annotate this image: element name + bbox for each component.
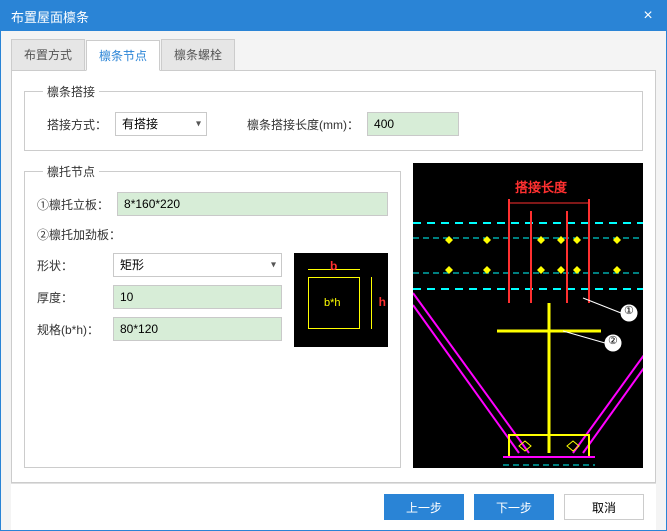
splice-legend: 檩条搭接 [43, 83, 99, 100]
shape-label: 形状： [37, 257, 105, 274]
dialog-title: 布置屋面檩条 [11, 7, 630, 26]
footer: 上一步 下一步 取消 [11, 483, 656, 530]
splice-length-input[interactable] [367, 112, 459, 136]
titlebar: 布置屋面檩条 × [1, 1, 666, 31]
spec-input[interactable] [113, 317, 282, 341]
preview-b-label: b [330, 259, 337, 273]
cancel-button[interactable]: 取消 [564, 494, 644, 520]
close-button[interactable]: × [630, 1, 666, 31]
splice-length-label: 檩条搭接长度(mm)： [247, 116, 359, 133]
shape-select[interactable]: 矩形 [113, 253, 282, 277]
splice-method-label: 搭接方式： [47, 116, 107, 133]
close-icon: × [643, 7, 652, 25]
next-button[interactable]: 下一步 [474, 494, 554, 520]
thickness-input[interactable] [113, 285, 282, 309]
plate-input[interactable] [117, 192, 388, 216]
plate-label: ①檩托立板： [37, 196, 109, 213]
bracket-fieldset: 檩托节点 ①檩托立板： ②檩托加劲板： 形状： [24, 163, 401, 468]
thickness-label: 厚度： [37, 289, 105, 306]
prev-button[interactable]: 上一步 [384, 494, 464, 520]
shape-preview: b h b*h [294, 253, 388, 347]
splice-fieldset: 檩条搭接 搭接方式： 有搭接 檩条搭接长度(mm)： [24, 83, 643, 151]
diagram-ref2: ② [608, 334, 618, 347]
diagram-splice-length-label: 搭接长度 [515, 177, 567, 196]
preview-h-label: h [379, 295, 386, 309]
splice-method-select[interactable]: 有搭接 [115, 112, 207, 136]
tab-bar: 布置方式 檩条节点 檩条螺栓 [11, 39, 656, 71]
spec-label: 规格(b*h)： [37, 321, 105, 338]
preview-bh-label: b*h [324, 297, 341, 309]
tab-panel: 檩条搭接 搭接方式： 有搭接 檩条搭接长度(mm)： [11, 71, 656, 483]
connection-diagram: 搭接长度 ① ② [413, 163, 643, 468]
diagram-ref1: ① [624, 304, 634, 317]
tab-layout-method[interactable]: 布置方式 [11, 39, 85, 70]
content: 布置方式 檩条节点 檩条螺栓 檩条搭接 搭接方式： 有搭接 [1, 31, 666, 530]
stiffener-label: ②檩托加劲板： [37, 226, 121, 243]
bracket-legend: 檩托节点 [43, 163, 99, 180]
tab-purlin-bolt[interactable]: 檩条螺栓 [161, 39, 235, 70]
tab-purlin-node[interactable]: 檩条节点 [86, 40, 160, 71]
dialog: 布置屋面檩条 × 布置方式 檩条节点 檩条螺栓 檩条搭接 搭接方式： 有搭接 [0, 0, 667, 531]
